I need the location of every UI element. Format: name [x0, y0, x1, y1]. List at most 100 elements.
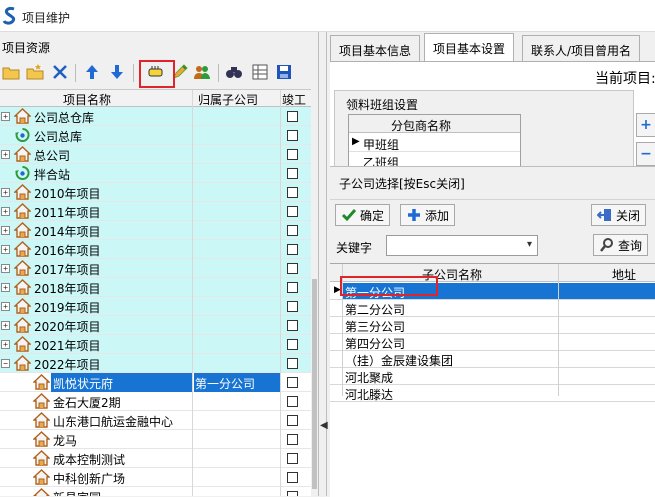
- tree-body: + 公司总仓库 公司总库 + 总公司 拌合站 +2010年项目 +2011年项目 +2014年项…: [0, 107, 311, 496]
- completed-checkbox[interactable]: [287, 130, 298, 141]
- tree-row[interactable]: 龙马: [0, 430, 311, 449]
- completed-checkbox[interactable]: [287, 358, 298, 369]
- delete-icon[interactable]: [50, 62, 70, 82]
- tree-row[interactable]: +2018年项目: [0, 278, 311, 297]
- subsidiary-row[interactable]: 第四分公司: [330, 334, 655, 351]
- house-icon: [32, 469, 51, 486]
- panel-splitter[interactable]: ◀: [318, 32, 328, 496]
- collapse-icon[interactable]: −: [1, 359, 10, 368]
- house-icon: [13, 279, 32, 296]
- scroll-thumb[interactable]: [312, 279, 317, 489]
- expand-icon[interactable]: +: [1, 264, 10, 273]
- tree-row[interactable]: 中科创新广场: [0, 468, 311, 487]
- completed-checkbox[interactable]: [287, 453, 298, 464]
- find-icon[interactable]: [224, 62, 244, 82]
- expand-icon[interactable]: +: [1, 226, 10, 235]
- subsidiary-row[interactable]: 第三分公司: [330, 317, 655, 334]
- completed-checkbox[interactable]: [287, 263, 298, 274]
- col-project-name[interactable]: 项目名称: [63, 91, 111, 108]
- tree-row[interactable]: +2016年项目: [0, 240, 311, 259]
- tree-row[interactable]: +2010年项目: [0, 183, 311, 202]
- project-name: 龙马: [53, 434, 78, 448]
- project-name: 中科创新广场: [53, 472, 126, 486]
- expand-icon[interactable]: +: [1, 302, 10, 311]
- col-subcontractor[interactable]: 分包商名称: [391, 117, 451, 134]
- left-panel-header: 项目资源: [0, 36, 318, 58]
- expand-icon[interactable]: +: [1, 112, 10, 121]
- project-name: 2019年项目: [34, 301, 101, 315]
- tree-row[interactable]: 凯悦状元府 第一分公司: [0, 373, 311, 392]
- tree-row[interactable]: + 总公司: [0, 145, 311, 164]
- completed-checkbox[interactable]: [287, 415, 298, 426]
- users-icon[interactable]: [192, 62, 212, 82]
- expand-icon[interactable]: +: [1, 245, 10, 254]
- add-team-button[interactable]: +: [636, 113, 655, 137]
- app-logo-icon: [2, 7, 16, 25]
- completed-checkbox[interactable]: [287, 491, 298, 496]
- keyword-select[interactable]: ▾: [386, 235, 538, 256]
- arrow-down-icon[interactable]: [107, 62, 127, 82]
- tree-row[interactable]: + 公司总仓库: [0, 107, 311, 126]
- completed-checkbox[interactable]: [287, 434, 298, 445]
- collapse-arrow-icon[interactable]: ◀: [320, 420, 328, 431]
- tree-row[interactable]: 山东港口航运金融中心: [0, 411, 311, 430]
- completed-checkbox[interactable]: [287, 339, 298, 350]
- completed-checkbox[interactable]: [287, 244, 298, 255]
- completed-checkbox[interactable]: [287, 301, 298, 312]
- tab-basic-info[interactable]: 项目基本信息: [330, 35, 421, 61]
- tab-contacts[interactable]: 联系人/项目曾用名: [522, 35, 641, 61]
- subsidiary-row[interactable]: 河北聚成: [330, 368, 655, 385]
- col-subsidiary[interactable]: 归属子公司: [198, 91, 258, 108]
- tree-row[interactable]: 成本控制测试: [0, 449, 311, 468]
- completed-checkbox[interactable]: [287, 168, 298, 179]
- tree-row[interactable]: 公司总库: [0, 126, 311, 145]
- team-row[interactable]: ▶ 甲班组: [349, 134, 520, 152]
- completed-checkbox[interactable]: [287, 377, 298, 388]
- col-address[interactable]: 地址: [612, 266, 636, 283]
- completed-checkbox[interactable]: [287, 472, 298, 483]
- expand-icon[interactable]: +: [1, 340, 10, 349]
- add-folder-icon[interactable]: [25, 62, 45, 82]
- tree-scrollbar[interactable]: [311, 89, 318, 496]
- add-button[interactable]: 添加: [400, 204, 456, 226]
- expand-icon[interactable]: +: [1, 321, 10, 330]
- tree-row[interactable]: +2011年项目: [0, 202, 311, 221]
- expand-icon[interactable]: +: [1, 283, 10, 292]
- completed-checkbox[interactable]: [287, 225, 298, 236]
- completed-checkbox[interactable]: [287, 187, 298, 198]
- tree-row[interactable]: +2021年项目: [0, 335, 311, 354]
- tree-row[interactable]: +2020年项目: [0, 316, 311, 335]
- tree-row[interactable]: +2014年项目: [0, 221, 311, 240]
- subsidiary-row[interactable]: 第二分公司: [330, 300, 655, 317]
- completed-checkbox[interactable]: [287, 320, 298, 331]
- completed-checkbox[interactable]: [287, 282, 298, 293]
- completed-checkbox[interactable]: [287, 149, 298, 160]
- remove-team-button[interactable]: −: [636, 142, 655, 166]
- expand-icon[interactable]: +: [1, 207, 10, 216]
- grid-icon[interactable]: [250, 62, 270, 82]
- chevron-down-icon[interactable]: ▾: [527, 239, 532, 250]
- confirm-button[interactable]: 确定: [335, 204, 391, 226]
- expand-icon[interactable]: +: [1, 188, 10, 197]
- house-icon: [13, 203, 32, 220]
- project-name: 2014年项目: [34, 225, 101, 239]
- col-completed[interactable]: 竣工: [282, 91, 306, 108]
- tree-row[interactable]: +2019年项目: [0, 297, 311, 316]
- arrow-up-icon[interactable]: [82, 62, 102, 82]
- query-button[interactable]: 查询: [593, 234, 649, 256]
- save-icon[interactable]: [274, 62, 294, 82]
- tree-row[interactable]: +2017年项目: [0, 259, 311, 278]
- open-folder-icon[interactable]: [1, 62, 21, 82]
- subsidiary-row[interactable]: 河北滕达: [330, 385, 655, 402]
- completed-checkbox[interactable]: [287, 206, 298, 217]
- tree-row[interactable]: − 2022年项目: [0, 354, 311, 373]
- subsidiary-row[interactable]: （挂）金辰建设集团: [330, 351, 655, 368]
- close-button[interactable]: 关闭: [591, 204, 647, 226]
- tree-row[interactable]: 拌合站: [0, 164, 311, 183]
- expand-icon[interactable]: +: [1, 150, 10, 159]
- completed-checkbox[interactable]: [287, 396, 298, 407]
- completed-checkbox[interactable]: [287, 111, 298, 122]
- tab-basic-settings[interactable]: 项目基本设置: [424, 33, 515, 62]
- tree-row[interactable]: 新昌家园: [0, 487, 311, 496]
- tree-row[interactable]: 金石大厦2期: [0, 392, 311, 411]
